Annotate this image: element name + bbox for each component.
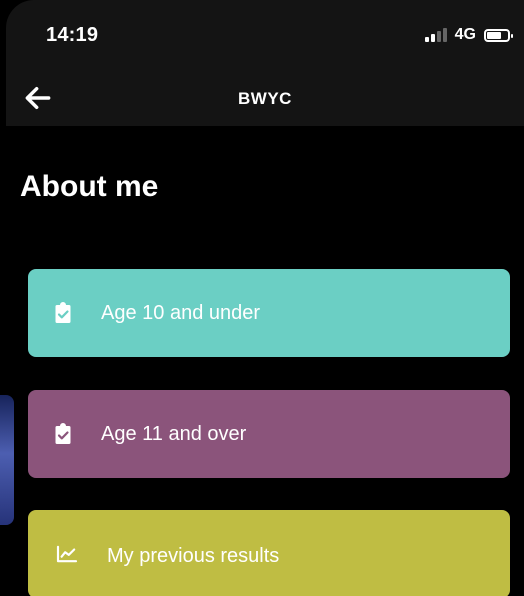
page-title: About me	[20, 170, 159, 203]
background-art-edge	[0, 395, 14, 525]
menu-item-age-10-and-under[interactable]: Age 10 and under	[28, 269, 510, 357]
menu-item-label: My previous results	[107, 545, 280, 567]
status-bar: 14:19 4G	[6, 0, 524, 72]
menu-item-my-previous-results[interactable]: My previous results	[28, 510, 510, 596]
menu-item-label: Age 11 and over	[101, 423, 247, 445]
menu-item-label: Age 10 and under	[101, 302, 261, 324]
clipboard-check-icon	[55, 423, 71, 444]
battery-icon	[484, 28, 513, 42]
signal-icon	[424, 28, 447, 42]
network-type: 4G	[454, 26, 476, 43]
app-bar: BWYC	[6, 72, 524, 126]
status-time: 14:19	[46, 24, 99, 46]
menu-item-age-11-and-over[interactable]: Age 11 and over	[28, 390, 510, 478]
clipboard-check-icon	[55, 302, 71, 323]
status-icons: 4G	[424, 26, 513, 44]
app-title: BWYC	[238, 89, 292, 108]
line-chart-icon	[56, 545, 78, 563]
